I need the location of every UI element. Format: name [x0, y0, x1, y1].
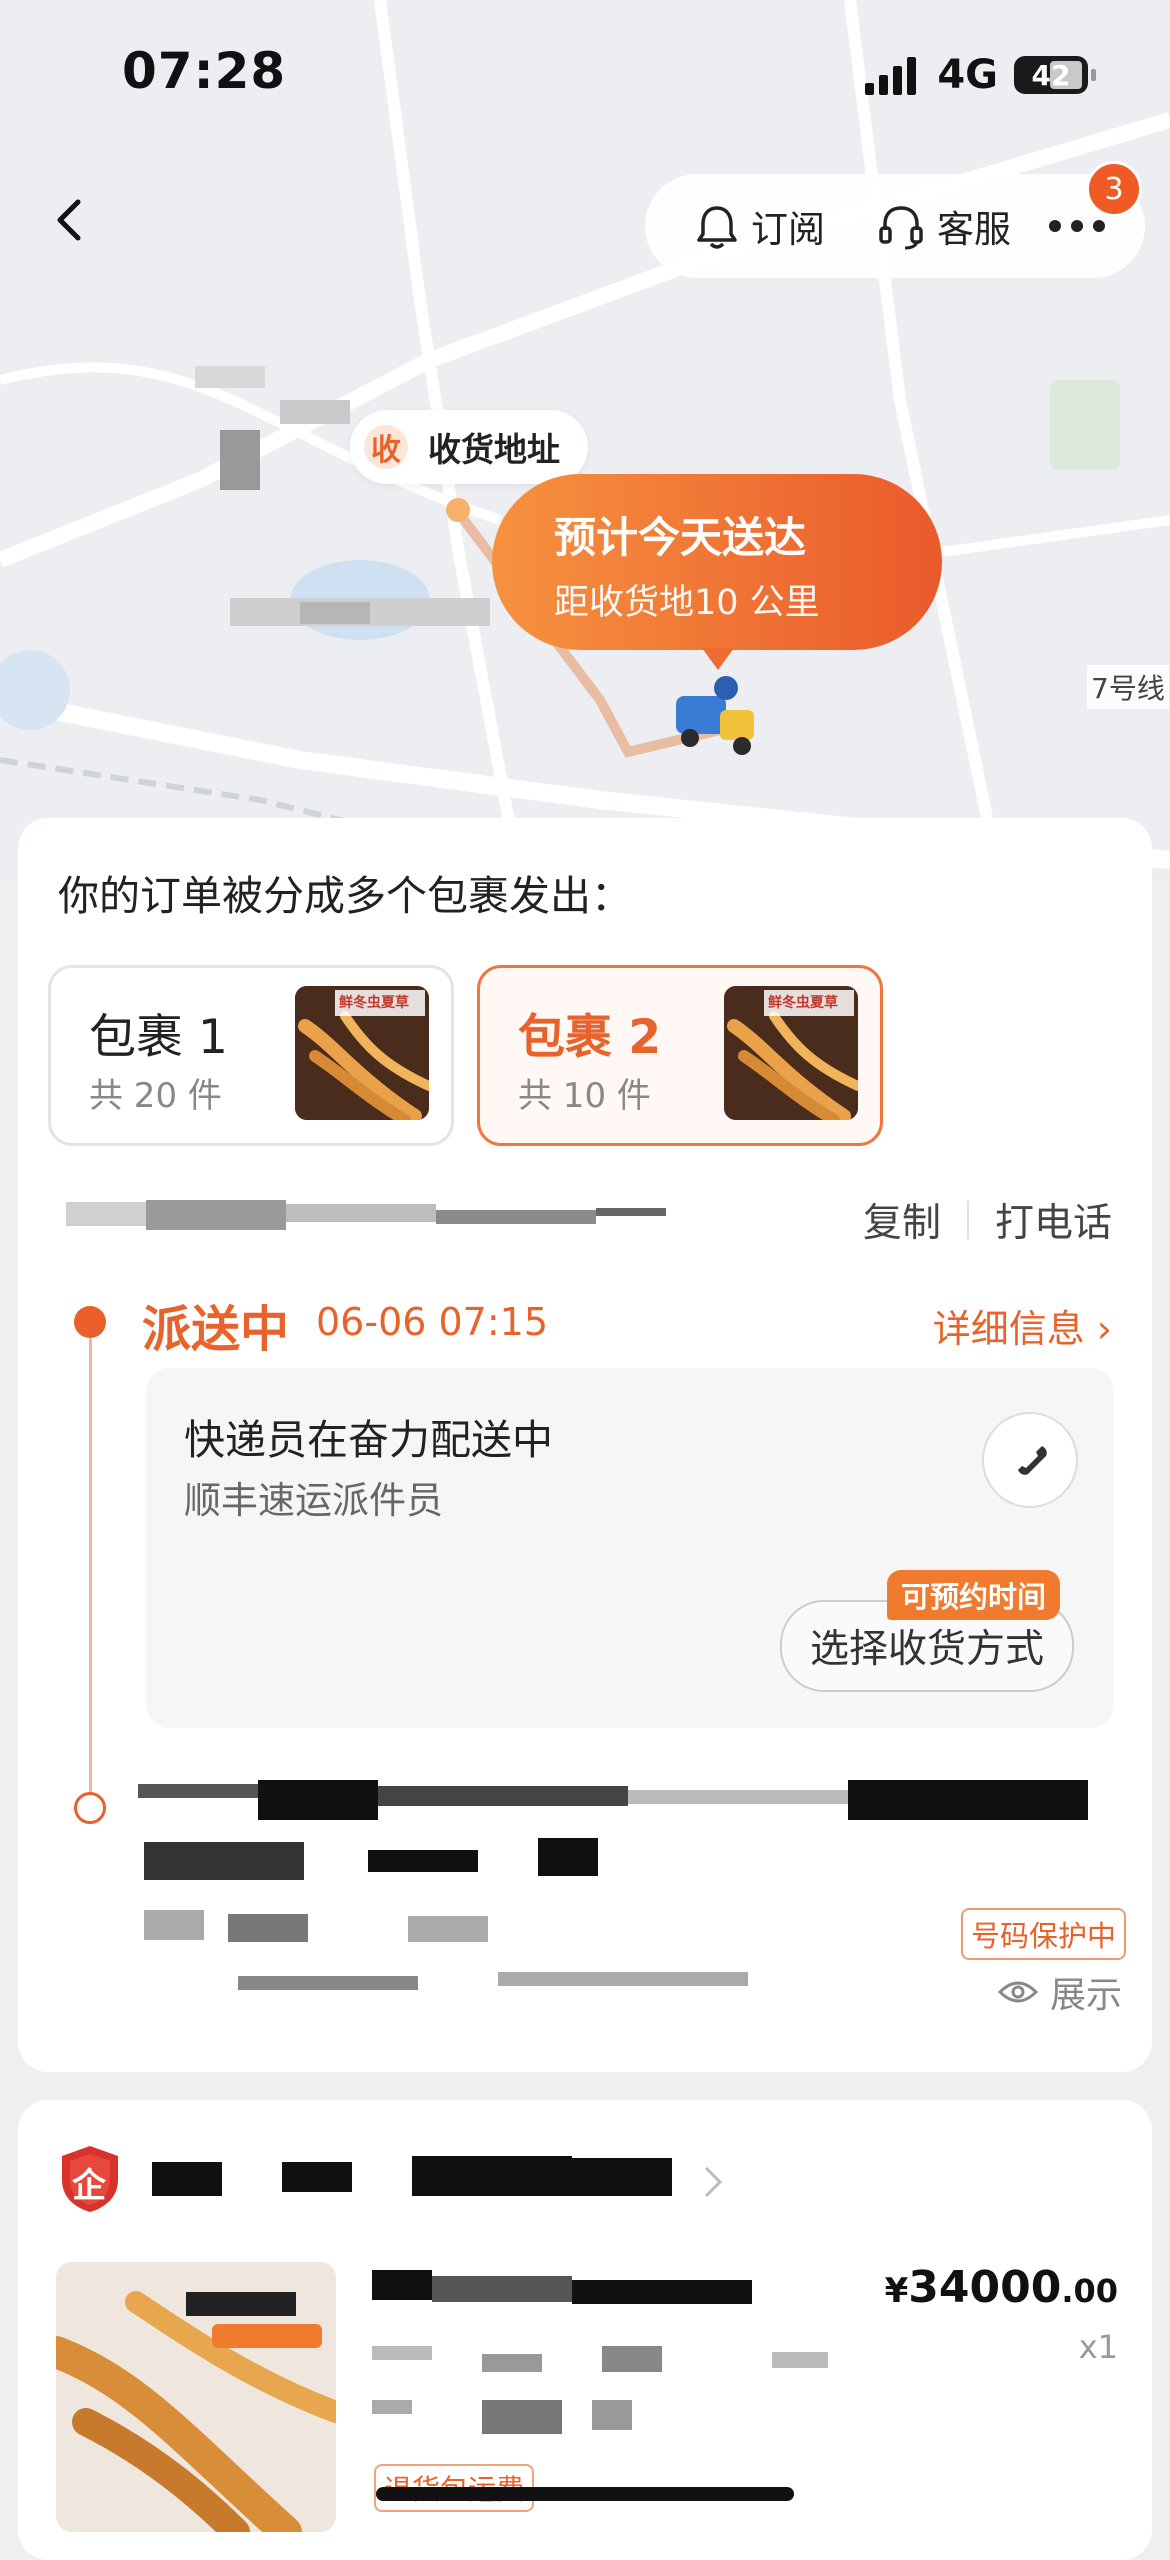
shop-icon-text: 企	[72, 2166, 106, 2206]
eta-distance: 距收货地10 公里	[554, 583, 820, 623]
timeline-dot	[74, 1792, 106, 1824]
package-name: 包裹 1	[89, 1010, 228, 1065]
customer-service-button[interactable]: 客服	[877, 199, 1011, 253]
subscribe-label: 订阅	[751, 208, 825, 251]
chevron-left-icon	[57, 199, 81, 241]
address-marker-icon: 收	[364, 425, 408, 469]
thumb-label: 鲜冬虫夏草	[339, 995, 409, 1011]
timeline-dot-active	[74, 1306, 106, 1338]
metro-line-label: 7号线	[1087, 665, 1169, 709]
back-button[interactable]	[48, 190, 88, 250]
headset-icon	[879, 206, 923, 250]
courier-subtitle: 顺丰速运派件员	[184, 1479, 443, 1522]
phone-icon	[1018, 1446, 1047, 1475]
status-time: 07:28	[122, 42, 287, 100]
product-title-redacted[interactable]	[372, 2270, 852, 2440]
subscribe-button[interactable]: 订阅	[695, 199, 825, 253]
eta-bubble: 预计今天送达 距收货地10 公里	[492, 474, 942, 670]
address-marker-label[interactable]: 收 收货地址	[350, 410, 588, 484]
courier-title: 快递员在奋力配送中	[184, 1416, 553, 1464]
delivery-status: 派送中	[142, 1301, 290, 1358]
home-indicator[interactable]	[376, 2487, 794, 2501]
detail-link[interactable]: 详细信息 ›	[933, 1298, 1112, 1353]
more-dots-icon	[1049, 220, 1105, 232]
package-name: 包裹 2	[518, 1010, 662, 1065]
package-tab-1[interactable]: 包裹 1 共 20 件 鲜冬虫夏草	[48, 965, 454, 1146]
package-count: 共 20 件	[89, 1076, 222, 1116]
package-tab-2[interactable]: 包裹 2 共 10 件 鲜冬虫夏草	[477, 965, 883, 1146]
package-thumbnail: 鲜冬虫夏草	[724, 986, 858, 1120]
package-thumbnail: 鲜冬虫夏草	[295, 986, 429, 1120]
product-image[interactable]	[56, 2262, 336, 2532]
battery-level: 42	[1031, 58, 1071, 92]
call-button[interactable]: 打电话	[995, 1192, 1112, 1248]
eye-icon	[997, 1981, 1038, 2003]
show-label: 展示	[1049, 1975, 1122, 2016]
tracking-number-redacted	[66, 1196, 666, 1236]
address-redacted	[138, 1780, 1088, 2010]
enterprise-shop-icon: 企	[58, 2144, 122, 2214]
tracking-actions: 复制 打电话	[863, 1192, 1112, 1248]
thumb-label: 鲜冬虫夏草	[768, 995, 838, 1011]
status-indicators: 4G 42	[865, 52, 1096, 98]
price-decimal: .00	[1061, 2272, 1118, 2310]
divider	[966, 1201, 969, 1239]
network-type: 4G	[937, 52, 998, 98]
eta-title: 预计今天送达	[554, 513, 807, 562]
bell-icon	[697, 206, 737, 249]
package-count: 共 10 件	[518, 1076, 651, 1116]
number-protect-tag: 号码保护中	[960, 1908, 1126, 1960]
top-actions: 订阅 客服	[645, 174, 1145, 278]
show-address-button[interactable]: 展示	[997, 1966, 1122, 2018]
more-button[interactable]	[1047, 216, 1107, 236]
shop-name-redacted[interactable]	[152, 2154, 732, 2204]
chevron-right-icon	[704, 2166, 723, 2198]
timeline-line	[89, 1334, 92, 1804]
product-quantity: x1	[1078, 2328, 1118, 2366]
price-symbol: ¥	[884, 2271, 909, 2311]
signal-icon	[865, 57, 917, 95]
call-courier-button[interactable]	[982, 1412, 1078, 1508]
notification-badge: 3	[1086, 161, 1142, 217]
appointment-tag: 可预约时间	[887, 1570, 1061, 1620]
price-integer: 34000	[908, 2262, 1062, 2313]
service-label: 客服	[937, 208, 1011, 251]
status-time: 06-06 07:15	[316, 1300, 549, 1344]
copy-button[interactable]: 复制	[863, 1192, 941, 1248]
address-label: 收货地址	[428, 430, 560, 469]
product-price: ¥34000.00	[885, 2262, 1118, 2313]
battery-icon: 42	[1014, 56, 1096, 94]
split-title: 你的订单被分成多个包裹发出：	[58, 872, 632, 920]
